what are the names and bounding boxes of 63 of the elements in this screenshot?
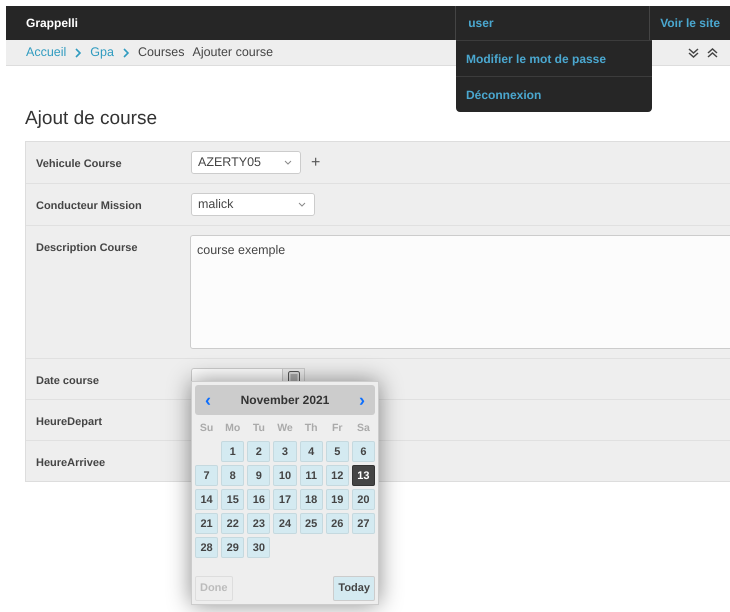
select-field[interactable]: malick bbox=[191, 192, 315, 216]
add-button[interactable]: + bbox=[311, 150, 320, 174]
calendar-day[interactable]: 14 bbox=[195, 489, 218, 510]
page-heading: Ajout de course bbox=[25, 108, 158, 131]
calendar-day[interactable]: 4 bbox=[300, 441, 323, 462]
calendar-day[interactable]: 30 bbox=[247, 537, 270, 558]
field-label: HeureArrivee bbox=[36, 456, 106, 471]
weekday-label: We bbox=[276, 421, 294, 436]
calendar-day[interactable]: 21 bbox=[195, 513, 218, 534]
calendar-day[interactable]: 25 bbox=[300, 513, 323, 534]
calendar-day[interactable]: 12 bbox=[326, 465, 349, 486]
menu-item[interactable]: Déconnexion bbox=[456, 76, 652, 112]
calendar-day[interactable]: 20 bbox=[352, 489, 375, 510]
field-label: Description Course bbox=[36, 240, 138, 256]
calendar-day[interactable]: 22 bbox=[221, 513, 244, 534]
calendar-day[interactable]: 18 bbox=[300, 489, 323, 510]
calendar-day[interactable]: 27 bbox=[352, 513, 375, 534]
user-menu[interactable]: user bbox=[455, 6, 650, 40]
calendar-day[interactable]: 6 bbox=[352, 441, 375, 462]
calendar-day[interactable]: 5 bbox=[326, 441, 349, 462]
field-label: Date course bbox=[36, 374, 100, 389]
textarea-field[interactable]: course exemple bbox=[190, 234, 730, 349]
dropdown-caret-icon bbox=[284, 160, 292, 165]
calendar-day[interactable]: 23 bbox=[247, 513, 270, 534]
site-link[interactable]: Voir le site bbox=[650, 14, 730, 32]
calendar-day[interactable]: 26 bbox=[326, 513, 349, 534]
weekday-label: Fr bbox=[331, 421, 344, 436]
select-field[interactable]: AZERTY05 bbox=[191, 150, 301, 174]
field-label: Conducteur Mission bbox=[36, 198, 143, 214]
calendar-day[interactable]: 16 bbox=[247, 489, 270, 510]
calendar-day[interactable]: 17 bbox=[273, 489, 297, 510]
weekday-label: Tu bbox=[252, 421, 266, 436]
weekday-label: Su bbox=[198, 421, 214, 436]
calendar-day[interactable]: 11 bbox=[300, 465, 323, 486]
field-label: Vehicule Course bbox=[36, 156, 123, 172]
collapse-all-icon[interactable] bbox=[707, 48, 718, 58]
field-label: HeureDepart bbox=[36, 414, 104, 430]
menu-item[interactable]: Modifier le mot de passe bbox=[456, 40, 652, 76]
calendar-day[interactable]: 15 bbox=[221, 489, 244, 510]
brand-title: Grappelli bbox=[25, 15, 80, 32]
calendar-day[interactable]: 7 bbox=[195, 465, 218, 486]
calendar-day[interactable]: 24 bbox=[273, 513, 297, 534]
calendar-day[interactable]: 9 bbox=[247, 465, 270, 486]
month-title: November 2021 bbox=[240, 392, 330, 409]
breadcrumb-item: Ajouter course bbox=[192, 44, 274, 62]
calendar-day[interactable]: 28 bbox=[195, 537, 218, 558]
chevron-icon bbox=[122, 48, 130, 58]
calendar-day[interactable]: 10 bbox=[273, 465, 297, 486]
calendar-day[interactable]: 13 bbox=[352, 465, 375, 486]
weekday-label: Th bbox=[304, 421, 319, 436]
calendar-day[interactable]: 2 bbox=[247, 441, 270, 462]
calendar-day[interactable]: 19 bbox=[326, 489, 349, 510]
today-button[interactable]: Today bbox=[333, 576, 375, 600]
calendar-day[interactable]: 1 bbox=[221, 441, 244, 462]
calendar-day[interactable]: 8 bbox=[221, 465, 244, 486]
chevron-icon bbox=[74, 48, 82, 58]
weekday-label: Sa bbox=[356, 421, 371, 436]
weekday-label: Mo bbox=[224, 421, 242, 436]
expand-all-icon[interactable] bbox=[688, 48, 699, 58]
calendar-day[interactable]: 29 bbox=[221, 537, 244, 558]
breadcrumb-item: Courses bbox=[138, 44, 184, 62]
dropdown-caret-icon bbox=[298, 202, 306, 207]
calendar-day[interactable]: 3 bbox=[273, 441, 297, 462]
